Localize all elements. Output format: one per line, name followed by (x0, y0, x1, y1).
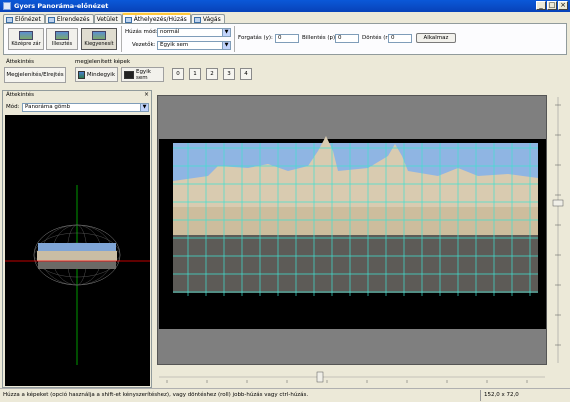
show-all-label: Mindegyik (86, 71, 115, 78)
show-none-button[interactable]: Egyik sem (121, 67, 164, 82)
close-button[interactable]: × (558, 1, 568, 10)
pitch-slider-thumb (552, 199, 564, 207)
center-button[interactable]: Középre zár (8, 28, 44, 50)
title-bar: Gyors Panoráma-előnézet _ □ × (0, 0, 570, 12)
tab-label: Vágás (202, 16, 221, 23)
yaw-field[interactable]: 0 (275, 34, 299, 43)
apply-button[interactable]: Alkalmaz (416, 33, 456, 43)
overview-panel: Áttekintés × Mód: Panoráma gömb ▼ (2, 90, 152, 388)
image-toggle-3[interactable]: 3 (223, 68, 235, 80)
panorama-square (173, 235, 538, 293)
yaw-slider[interactable] (157, 370, 547, 384)
window-title: Gyors Panoráma-előnézet (14, 2, 109, 10)
toolbar-separator (234, 26, 235, 52)
image-toggle-0[interactable]: 0 (172, 68, 184, 80)
preview-icon (6, 16, 13, 23)
sphere-ground (38, 261, 116, 269)
panorama-canvas[interactable] (157, 95, 547, 365)
image-toggle-4[interactable]: 4 (240, 68, 252, 80)
straighten-button[interactable]: Kiegyenesít (81, 28, 117, 50)
overview-mode-select[interactable]: Panoráma gömb ▼ (22, 103, 149, 112)
layout-icon (47, 16, 55, 23)
chevron-down-icon: ▼ (222, 29, 230, 36)
sphere-preview (5, 185, 150, 365)
tab-label: Előnézet (15, 16, 41, 23)
all-images-icon (78, 70, 85, 79)
chevron-down-icon: ▼ (222, 42, 230, 49)
fit-button[interactable]: Illesztés (46, 28, 78, 50)
mode-label: Mód: (6, 104, 20, 110)
tab-label: Elrendezés (56, 16, 90, 23)
pitch-label: Billentés (p): (302, 35, 338, 41)
guides-label: Vezetők: (132, 42, 156, 48)
center-label: Középre zár (11, 41, 41, 47)
close-icon[interactable]: × (144, 91, 149, 98)
show-all-button[interactable]: Mindegyik (75, 67, 118, 82)
drag-mode-label: Húzás mód: (125, 29, 158, 35)
pitch-slider[interactable] (550, 95, 566, 365)
sphere-buildings (37, 251, 117, 261)
tab-label: Vetület (96, 16, 118, 23)
straighten-label: Kiegyenesít (84, 41, 114, 47)
guides-value: Egyik sem (160, 42, 189, 48)
status-bar: Húzza a képeket (opció használja a shift… (0, 388, 570, 402)
no-images-icon (124, 70, 134, 79)
center-icon (19, 31, 33, 40)
panorama-preview (158, 96, 546, 364)
chevron-down-icon: ▼ (140, 104, 148, 111)
maximize-button[interactable]: □ (547, 1, 557, 10)
status-coordinates: 152,0 x 72,0 (480, 390, 568, 401)
overview-toggle-button[interactable]: Megjelenítés/Elrejtés (4, 67, 66, 83)
tab-label: Áthelyezés/Húzás (133, 16, 187, 23)
sphere-sky (38, 243, 116, 251)
overview-panel-title: Áttekintés (6, 92, 34, 98)
roll-field[interactable]: 0 (388, 34, 412, 43)
fit-label: Illesztés (51, 41, 73, 47)
pitch-field[interactable]: 0 (335, 34, 359, 43)
straighten-icon (92, 31, 106, 40)
image-toggle-1[interactable]: 1 (189, 68, 201, 80)
panorama-sphere-view[interactable] (5, 115, 150, 386)
fit-icon (55, 31, 69, 40)
show-none-label: Egyik sem (135, 68, 151, 81)
image-toggle-2[interactable]: 2 (206, 68, 218, 80)
drag-icon (124, 16, 132, 23)
status-hint: Húzza a képeket (opció használja a shift… (3, 392, 309, 398)
pitch-slider-track (552, 97, 564, 363)
yaw-slider-thumb (316, 371, 324, 383)
app-icon (3, 2, 11, 10)
crop-icon (193, 16, 201, 23)
displayed-images-title: megjelenített képek (75, 59, 131, 65)
overview-group-title: Áttekintés (6, 59, 34, 65)
toolbar-separator (121, 26, 122, 52)
drag-mode-value: normál (160, 29, 180, 35)
guides-select[interactable]: Egyik sem ▼ (157, 41, 231, 50)
move-drag-toolbar: Középre zár Illesztés Kiegyenesít Húzás … (3, 23, 567, 55)
yaw-slider-track (159, 371, 545, 383)
overview-mode-value: Panoráma gömb (25, 104, 71, 110)
yaw-label: Forgatás (y): (238, 35, 273, 41)
drag-mode-select[interactable]: normál ▼ (157, 28, 231, 37)
panorama-facades (173, 207, 538, 235)
minimize-button[interactable]: _ (536, 1, 546, 10)
